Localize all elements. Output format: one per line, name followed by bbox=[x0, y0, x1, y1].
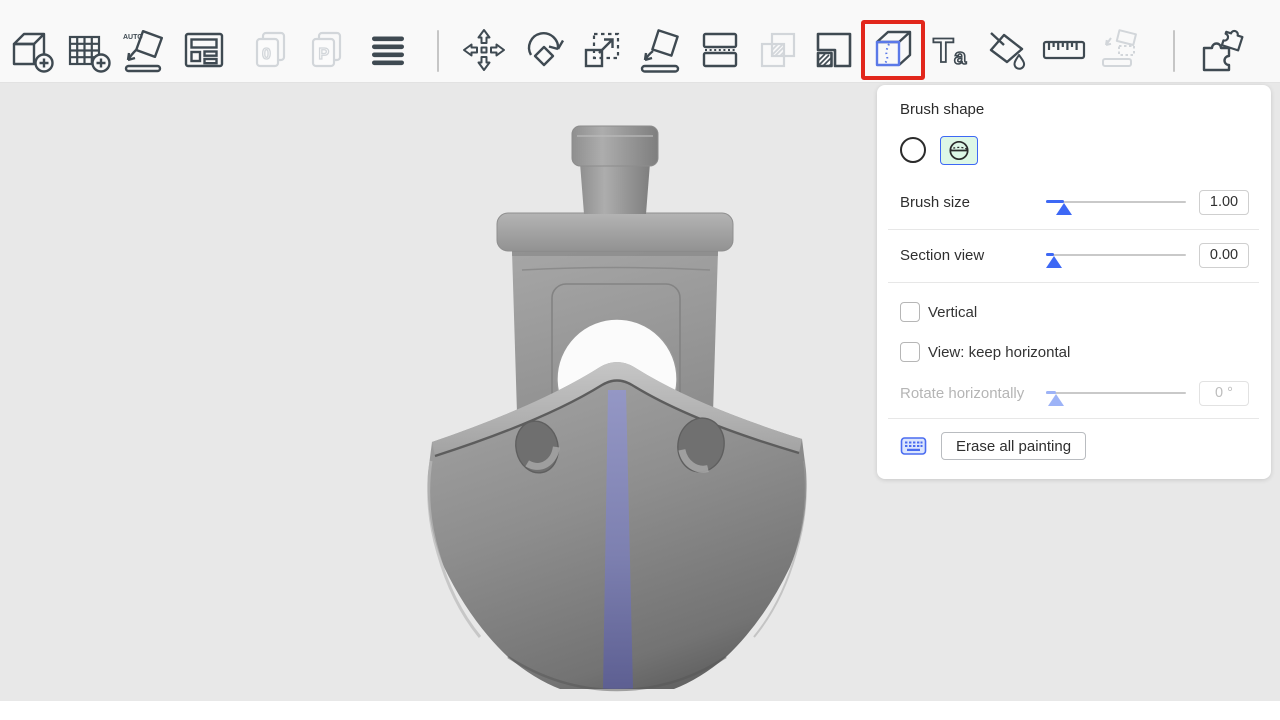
slider-thumb[interactable] bbox=[1056, 203, 1072, 215]
brush-size-slider[interactable] bbox=[1046, 193, 1186, 211]
slider-thumb bbox=[1048, 394, 1064, 406]
vertical-checkbox-row: Vertical bbox=[900, 301, 1249, 323]
scale-button[interactable] bbox=[578, 26, 626, 74]
divider bbox=[888, 282, 1259, 283]
add-cube-icon bbox=[8, 26, 56, 74]
fill-region-button[interactable] bbox=[810, 26, 858, 74]
keyboard-shortcut-icon bbox=[900, 435, 927, 457]
rotate-horizontally-label: Rotate horizontally bbox=[900, 385, 1046, 402]
document-p-button[interactable]: P bbox=[304, 26, 352, 74]
merge-button[interactable] bbox=[754, 26, 802, 74]
svg-text:T: T bbox=[933, 32, 954, 70]
split-button[interactable] bbox=[696, 26, 744, 74]
color-painting-icon bbox=[982, 26, 1030, 74]
svg-text:0: 0 bbox=[262, 46, 271, 63]
move-button[interactable] bbox=[460, 26, 508, 74]
rotate-button[interactable] bbox=[520, 26, 568, 74]
slider-track bbox=[1046, 392, 1186, 394]
section-view-slider[interactable] bbox=[1046, 246, 1186, 264]
brush-shape-sphere-option[interactable] bbox=[940, 136, 978, 165]
vertical-checkbox[interactable] bbox=[900, 302, 920, 322]
support-painting-icon bbox=[1096, 26, 1144, 74]
add-plate-icon bbox=[64, 26, 112, 74]
brush-size-row: Brush size 1.00 bbox=[900, 189, 1249, 215]
assembly-icon bbox=[1196, 26, 1244, 74]
lay-on-face-button[interactable] bbox=[636, 26, 684, 74]
document-0-icon: 0 bbox=[248, 26, 296, 74]
section-view-label: Section view bbox=[900, 247, 1046, 264]
text-tool-button[interactable]: T a bbox=[930, 26, 978, 74]
document-0-button[interactable]: 0 bbox=[248, 26, 296, 74]
main-toolbar: AUTO 0 P bbox=[0, 0, 1280, 83]
section-view-row: Section view 0.00 bbox=[900, 242, 1249, 268]
lay-on-face-icon bbox=[636, 26, 684, 74]
keep-horizontal-checkbox[interactable] bbox=[900, 342, 920, 362]
divider bbox=[888, 229, 1259, 230]
measure-icon bbox=[1040, 26, 1088, 74]
brush-size-label: Brush size bbox=[900, 194, 1046, 211]
rotate-horizontally-row: Rotate horizontally 0 ° bbox=[900, 380, 1249, 406]
divider bbox=[888, 418, 1259, 419]
text-tool-icon: T a bbox=[930, 26, 978, 74]
vertical-label: Vertical bbox=[928, 304, 977, 321]
color-painting-button[interactable] bbox=[982, 26, 1030, 74]
measure-button[interactable] bbox=[1040, 26, 1088, 74]
arrange-icon bbox=[180, 26, 228, 74]
erase-all-painting-button[interactable]: Erase all painting bbox=[941, 432, 1086, 460]
scale-icon bbox=[578, 26, 626, 74]
assembly-button[interactable] bbox=[1196, 26, 1244, 74]
seam-painting-panel: Brush shape Brush size 1.00 Section view… bbox=[877, 85, 1271, 479]
rotate-icon bbox=[520, 26, 568, 74]
split-icon bbox=[696, 26, 744, 74]
auto-orient-icon: AUTO bbox=[120, 26, 168, 74]
layers-button[interactable] bbox=[364, 26, 412, 74]
move-icon bbox=[460, 26, 508, 74]
add-plate-button[interactable] bbox=[64, 26, 112, 74]
sphere-icon bbox=[947, 140, 971, 161]
keep-horizontal-checkbox-row: View: keep horizontal bbox=[900, 341, 1249, 363]
svg-text:P: P bbox=[319, 46, 330, 63]
fill-region-icon bbox=[810, 26, 858, 74]
rotate-horizontally-value: 0 ° bbox=[1199, 381, 1249, 406]
toolbar-separator bbox=[437, 30, 439, 72]
rotate-horizontally-slider bbox=[1046, 384, 1186, 402]
slider-thumb[interactable] bbox=[1046, 256, 1062, 268]
toolbar-separator bbox=[1173, 30, 1175, 72]
active-tool-highlight bbox=[861, 20, 925, 80]
brush-shape-label: Brush shape bbox=[900, 101, 1249, 121]
slider-track[interactable] bbox=[1046, 254, 1186, 256]
layers-icon bbox=[364, 26, 412, 74]
brush-shape-circle-option[interactable] bbox=[900, 137, 926, 163]
svg-text:a: a bbox=[954, 44, 967, 69]
auto-orient-button[interactable]: AUTO bbox=[120, 26, 168, 74]
section-view-value[interactable]: 0.00 bbox=[1199, 243, 1249, 268]
erase-row: Erase all painting bbox=[900, 432, 1249, 460]
merge-icon bbox=[754, 26, 802, 74]
brush-size-value[interactable]: 1.00 bbox=[1199, 190, 1249, 215]
brush-shape-options bbox=[900, 133, 1249, 167]
support-painting-button[interactable] bbox=[1096, 26, 1144, 74]
add-object-button[interactable] bbox=[8, 26, 56, 74]
arrange-button[interactable] bbox=[180, 26, 228, 74]
keep-horizontal-label: View: keep horizontal bbox=[928, 344, 1070, 361]
document-p-icon: P bbox=[304, 26, 352, 74]
